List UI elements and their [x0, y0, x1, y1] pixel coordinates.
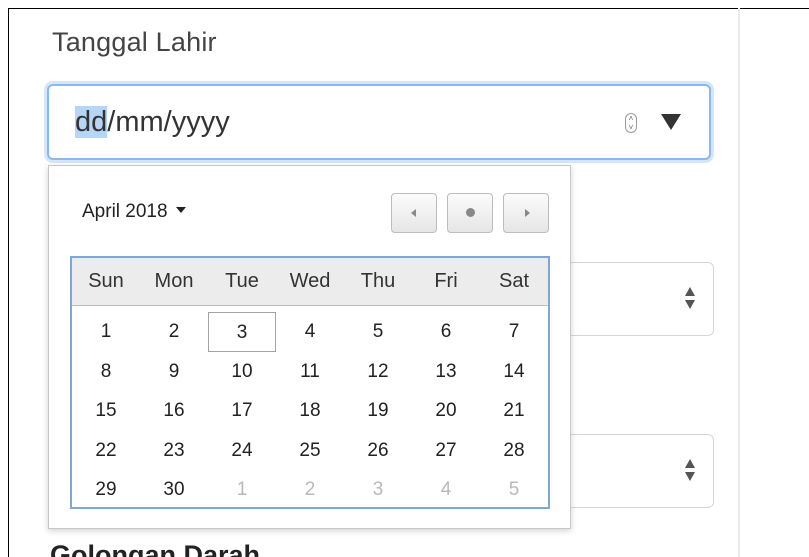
weekday-mon: Mon: [154, 270, 194, 292]
spin-stepper-icon[interactable]: ˄ ˅: [625, 113, 637, 133]
calendar-day[interactable]: 29: [72, 470, 140, 510]
calendar-day-next-month[interactable]: 5: [480, 470, 548, 510]
dot-icon: [466, 208, 475, 217]
calendar-day[interactable]: 5: [344, 312, 412, 352]
date-text[interactable]: dd/mm/yyyy: [75, 106, 230, 139]
month-label[interactable]: April 2018: [82, 201, 168, 222]
calendar-day[interactable]: 19: [344, 391, 412, 431]
calendar-day[interactable]: 27: [412, 431, 480, 471]
month-year-segments[interactable]: /mm/yyyy: [107, 106, 229, 138]
birth-date-input[interactable]: dd/mm/yyyy ˄ ˅: [47, 84, 711, 160]
calendar-day[interactable]: 26: [344, 431, 412, 471]
select-field-1[interactable]: [566, 262, 714, 336]
calendar-day[interactable]: 15: [72, 391, 140, 431]
calendar-day[interactable]: 17: [208, 391, 276, 431]
weekday-fri: Fri: [434, 270, 458, 292]
caret-down-icon[interactable]: [175, 207, 186, 214]
today-button[interactable]: [447, 193, 493, 233]
calendar-day[interactable]: 8: [72, 352, 140, 392]
calendar-day[interactable]: 9: [140, 352, 208, 392]
calendar-day[interactable]: 1: [72, 312, 140, 352]
calendar-day[interactable]: 10: [208, 352, 276, 392]
calendar-day[interactable]: 13: [412, 352, 480, 392]
birth-date-label: Tanggal Lahir: [52, 27, 217, 57]
calendar-day[interactable]: 30: [140, 470, 208, 510]
updown-icon: [685, 287, 695, 311]
calendar-day[interactable]: 16: [140, 391, 208, 431]
window-top-border: [8, 8, 809, 9]
calendar-day[interactable]: 7: [480, 312, 548, 352]
blood-type-label: Golongan Darah: [50, 540, 261, 557]
panel-right-border: [738, 8, 740, 557]
weekday-wed: Wed: [289, 270, 331, 292]
chevron-right-icon: [525, 209, 530, 217]
calendar-day[interactable]: 21: [480, 391, 548, 431]
next-month-button[interactable]: [503, 193, 549, 233]
weekday-sat: Sat: [498, 270, 530, 292]
updown-icon: [685, 459, 695, 483]
calendar-day[interactable]: 23: [140, 431, 208, 471]
calendar-day[interactable]: 3: [208, 312, 276, 352]
weekday-header: Sun Mon Tue Wed Thu Fri Sat: [72, 258, 548, 306]
select-field-2[interactable]: [566, 434, 714, 508]
weekday-thu: Thu: [360, 270, 396, 292]
calendar-grid: Sun Mon Tue Wed Thu Fri Sat 1 2 3 4 5 6 7 8 9 10 11 12 13 1…: [70, 256, 550, 509]
calendar-day[interactable]: 28: [480, 431, 548, 471]
day-segment[interactable]: dd: [75, 106, 108, 138]
calendar-day-next-month[interactable]: 4: [412, 470, 480, 510]
calendar-day-next-month[interactable]: 1: [208, 470, 276, 510]
calendar-day[interactable]: 6: [412, 312, 480, 352]
calendar-day[interactable]: 25: [276, 431, 344, 471]
calendar-day[interactable]: 24: [208, 431, 276, 471]
calendar-day[interactable]: 22: [72, 431, 140, 471]
calendar-day[interactable]: 18: [276, 391, 344, 431]
dropdown-arrow-icon[interactable]: [661, 114, 681, 130]
calendar-day-next-month[interactable]: 2: [276, 470, 344, 510]
window-left-border: [8, 8, 9, 557]
calendar-popup: April 2018 Sun Mon Tue Wed Thu Fri Sat 1234567…: [48, 165, 571, 529]
calendar-day[interactable]: 2: [140, 312, 208, 352]
month-selector[interactable]: April 2018: [82, 201, 186, 223]
calendar-day[interactable]: 14: [480, 352, 548, 392]
calendar-day[interactable]: 4: [276, 312, 344, 352]
prev-month-button[interactable]: [391, 193, 437, 233]
calendar-day-next-month[interactable]: 3: [344, 470, 412, 510]
weekday-sun: Sun: [88, 270, 124, 292]
calendar-day[interactable]: 20: [412, 391, 480, 431]
calendar-day[interactable]: 11: [276, 352, 344, 392]
calendar-day[interactable]: 12: [344, 352, 412, 392]
chevron-left-icon: [411, 209, 416, 217]
weekday-tue: Tue: [225, 270, 259, 292]
